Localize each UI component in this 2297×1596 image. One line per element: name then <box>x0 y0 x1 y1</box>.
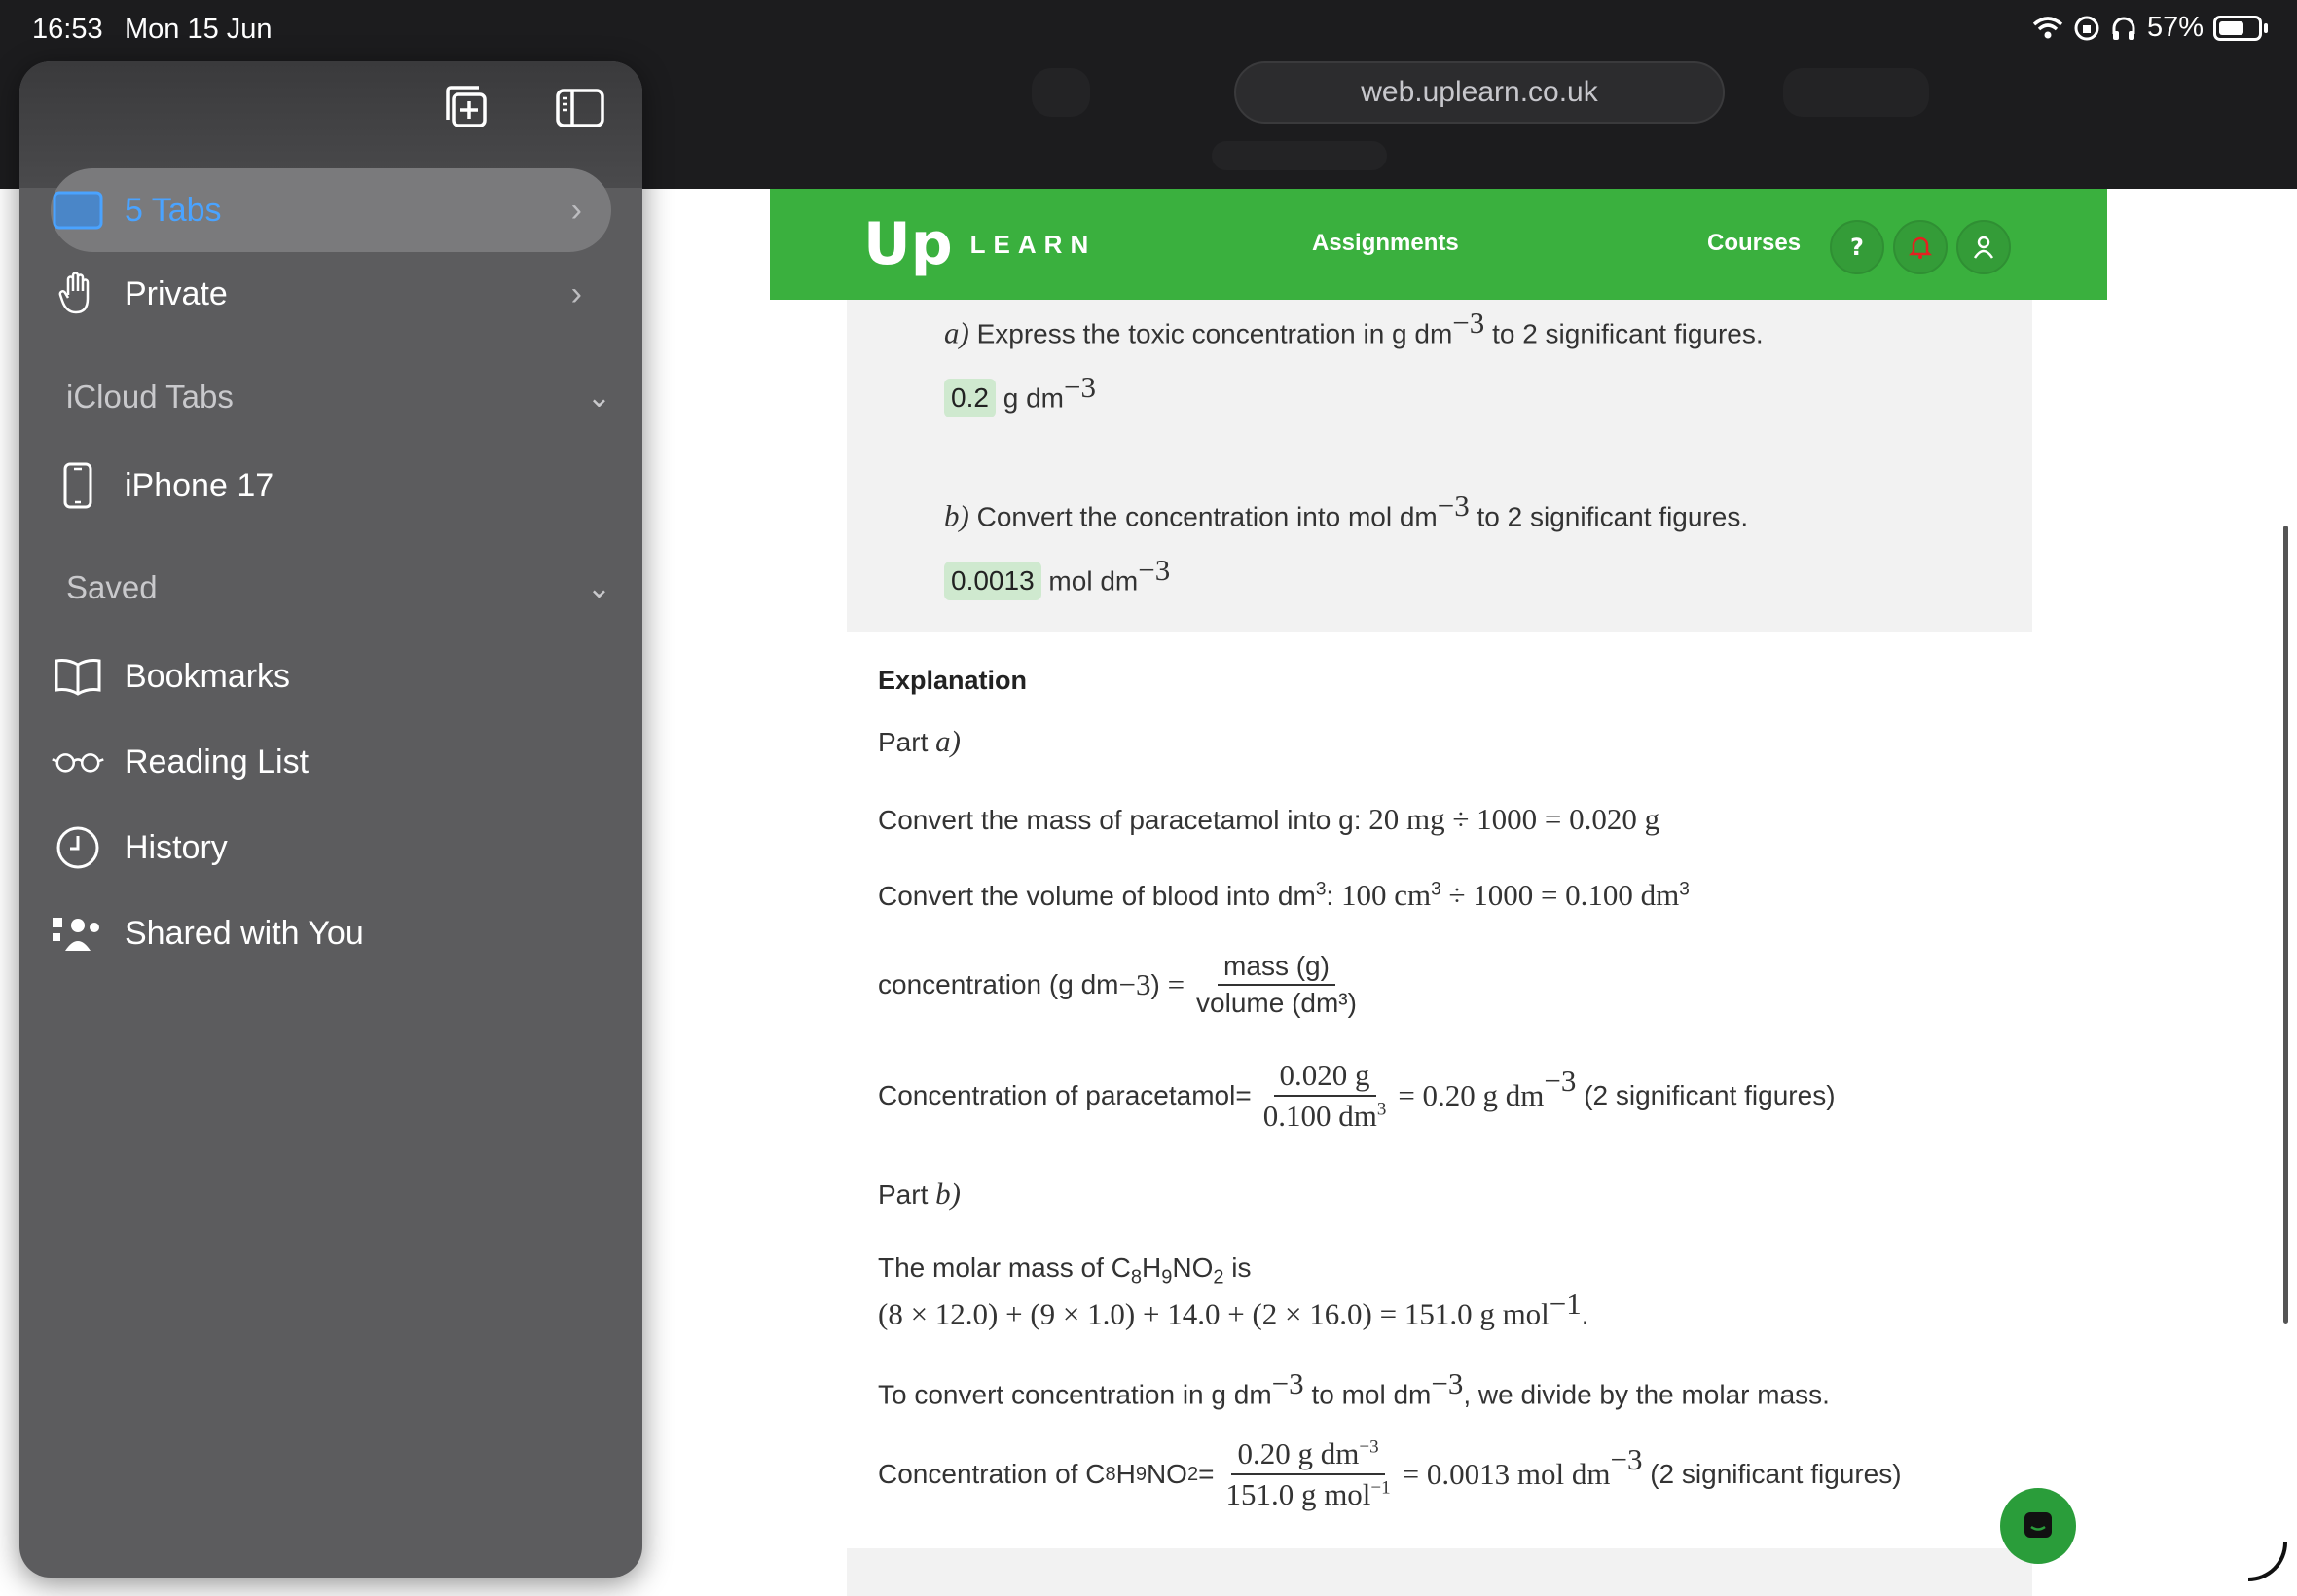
sidebar-item-iphone[interactable]: iPhone 17 <box>51 444 611 527</box>
chevron-down-icon: ⌄ <box>586 381 611 414</box>
safari-sidebar: 5 Tabs › Private › iCloud Tabs ⌄ iPhone … <box>19 61 642 1578</box>
hand-icon <box>58 272 90 314</box>
molar-mass-line: The molar mass of C8H9NO2 is <box>878 1252 1252 1288</box>
headphones-icon <box>2112 17 2135 40</box>
section-title: iCloud Tabs <box>66 379 234 415</box>
part-a-heading: Part a) <box>878 724 961 758</box>
profile-button[interactable] <box>1956 220 2011 274</box>
answer-b: 0.0013 mol dm−3 <box>944 553 1170 601</box>
battery-percent: 57% <box>2146 12 2204 43</box>
glasses-icon <box>52 753 104 773</box>
sidebar-icon <box>556 89 604 127</box>
question-b: b) Convert the concentration into mol dm… <box>944 489 1749 533</box>
sidebar-item-label: Bookmarks <box>125 657 291 695</box>
sidebar-item-label: History <box>125 828 228 866</box>
paracetamol-denominator: 0.100 dm <box>1262 1099 1377 1133</box>
address-bar[interactable]: web.uplearn.co.uk <box>1234 61 1725 124</box>
concentration-formula: concentration (g dm −3) = mass (g) volume… <box>878 951 1368 1019</box>
new-tab-icon <box>446 86 487 127</box>
chevron-down-icon: ⌄ <box>586 571 611 604</box>
conversion-note: To convert concentration in g dm−3 to mo… <box>878 1366 1830 1410</box>
page-tab-ghost <box>1212 141 1387 170</box>
assignments-link[interactable]: Assignments <box>1312 230 1459 257</box>
paracetamol-concentration: Concentration of paracetamol= 0.020 g 0.… <box>878 1058 1836 1133</box>
wifi-icon <box>2032 16 2063 38</box>
bell-icon <box>1908 236 1933 259</box>
final-numerator: 0.20 g dm <box>1237 1436 1360 1470</box>
paracetamol-numerator: 0.020 g <box>1273 1058 1376 1097</box>
uplearn-navbar: Up LEARN Assignments Courses ? <box>770 189 2107 300</box>
sidebar-item-label: Shared with You <box>125 914 364 952</box>
sidebar-item-history[interactable]: History <box>51 806 611 889</box>
sidebar-item-reading-list[interactable]: Reading List <box>51 720 611 804</box>
user-icon <box>1973 236 1994 259</box>
resize-handle[interactable] <box>2248 1542 2287 1581</box>
sidebar-item-label: iPhone 17 <box>125 466 274 504</box>
status-icons: 57% <box>2032 12 2268 44</box>
lesson-content: a) Express the toxic concentration in g … <box>769 189 2106 1596</box>
toolbar-button-ghost <box>1783 68 1929 117</box>
page-scrollbar[interactable] <box>2283 526 2288 1324</box>
sidebar-item-tabs[interactable]: 5 Tabs › <box>51 168 611 252</box>
part-b-heading: Part b) <box>878 1177 961 1211</box>
uplearn-logo[interactable]: Up LEARN <box>863 210 1096 278</box>
sidebar-item-private[interactable]: Private › <box>51 252 611 336</box>
notifications-button[interactable] <box>1893 220 1948 274</box>
molar-mass-calculation: (8 × 12.0) + (9 × 1.0) + 14.0 + (2 × 16.… <box>878 1287 1589 1331</box>
status-time: 16:53 <box>32 14 103 45</box>
courses-link[interactable]: Courses <box>1707 230 1801 257</box>
battery-icon <box>2213 15 2262 41</box>
question-a: a) Express the toxic concentration in g … <box>944 306 1764 350</box>
toggle-sidebar-button[interactable] <box>553 81 607 135</box>
answer-a-value: 0.2 <box>944 379 996 418</box>
answer-a: 0.2 g dm−3 <box>944 370 1096 418</box>
sidebar-item-bookmarks[interactable]: Bookmarks <box>51 635 611 718</box>
back-button-ghost <box>1032 68 1090 117</box>
next-panel <box>847 1548 2032 1596</box>
explanation-heading: Explanation <box>878 666 1028 695</box>
volume-conversion-line: Convert the volume of blood into dm3: 10… <box>878 878 1690 912</box>
final-concentration: Concentration of C 8 H 9 NO 2 = 0.20 g dm−3 15… <box>878 1436 1902 1511</box>
book-icon <box>55 659 101 696</box>
sidebar-item-label: 5 Tabs <box>125 191 222 229</box>
orientation-lock-icon <box>2074 16 2099 40</box>
chat-icon <box>2024 1512 2052 1538</box>
status-date: Mon 15 Jun <box>125 14 273 45</box>
help-button[interactable]: ? <box>1830 220 1884 274</box>
answer-b-value: 0.0013 <box>944 562 1041 601</box>
clock-icon <box>56 826 99 869</box>
tablet-icon <box>53 191 103 230</box>
mass-conversion-line: Convert the mass of paracetamol into g: … <box>878 802 1660 836</box>
final-denominator: 151.0 g mol <box>1225 1477 1371 1511</box>
chevron-right-icon: › <box>570 274 582 312</box>
sidebar-item-label: Private <box>125 274 228 312</box>
battery-tip <box>2264 22 2268 33</box>
chat-button[interactable] <box>2000 1488 2076 1564</box>
shared-people-icon <box>53 918 99 951</box>
formula-denominator: volume (dm³) <box>1196 988 1357 1018</box>
section-title: Saved <box>66 569 158 605</box>
section-saved[interactable]: Saved ⌄ <box>66 569 611 606</box>
sidebar-item-label: Reading List <box>125 743 310 780</box>
formula-numerator: mass (g) <box>1218 951 1335 986</box>
chevron-right-icon: › <box>570 191 582 229</box>
phone-icon <box>63 462 92 509</box>
new-tab-group-button[interactable] <box>440 81 494 135</box>
sidebar-item-shared-with-you[interactable]: Shared with You <box>51 891 611 975</box>
section-icloud-tabs[interactable]: iCloud Tabs ⌄ <box>66 379 611 416</box>
